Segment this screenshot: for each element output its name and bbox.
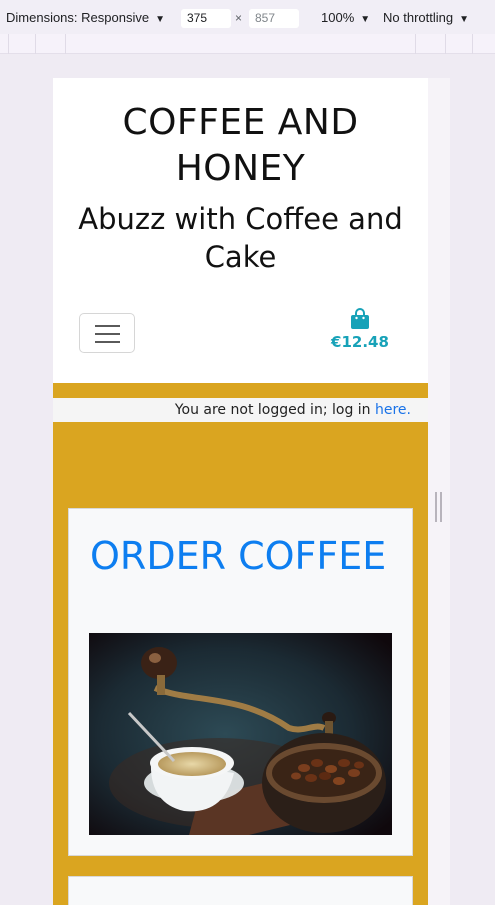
chevron-down-icon: ▼ (459, 14, 469, 25)
coffee-grinder-image[interactable] (89, 633, 392, 835)
ruler-tick (35, 34, 36, 54)
height-input[interactable]: 857 (249, 9, 299, 28)
shopping-bag-icon (351, 308, 369, 329)
hamburger-icon-bar (95, 341, 120, 343)
ruler-tick (415, 34, 416, 54)
coffee-grinder-illustration (89, 633, 392, 835)
ruler-tick (445, 34, 446, 54)
login-link[interactable]: here. (375, 402, 411, 418)
throttle-dropdown[interactable]: No throttling ▼ (383, 10, 469, 25)
chevron-down-icon: ▼ (155, 14, 165, 25)
ruler-tick (65, 34, 66, 54)
resize-grip-line (435, 492, 437, 522)
dimensions-dropdown[interactable]: Dimensions: Responsive ▼ (6, 10, 165, 25)
shopping-bag-link[interactable]: €12.48 (323, 308, 397, 351)
login-status-bar: You are not logged in; log in here. (53, 398, 428, 422)
login-status-text: You are not logged in; log in (174, 402, 375, 418)
width-input[interactable]: 375 (181, 9, 231, 28)
site-header: COFFEE AND HONEY Abuzz with Coffee and C… (53, 78, 428, 383)
resize-grip-line (440, 492, 442, 522)
throttle-label: No throttling (383, 10, 454, 25)
zoom-dropdown[interactable]: 100% ▼ (321, 10, 370, 25)
zoom-label: 100% (321, 10, 355, 25)
card-title[interactable]: ORDER COFFEE (90, 533, 386, 580)
site-tagline: Abuzz with Coffee and Cake (78, 202, 403, 274)
ruler-tick (472, 34, 473, 54)
next-card[interactable] (68, 876, 413, 905)
chevron-down-icon: ▼ (360, 14, 371, 25)
main-content: ORDER COFFEE (53, 422, 428, 905)
media-query-ruler[interactable] (0, 34, 495, 54)
site-title[interactable]: COFFEE AND HONEY (53, 100, 428, 192)
nav-toggle-button[interactable] (79, 313, 135, 353)
hamburger-icon-bar (95, 333, 120, 335)
order-coffee-card[interactable]: ORDER COFFEE (68, 508, 413, 856)
times-symbol: × (235, 11, 243, 25)
dimensions-label: Dimensions: Responsive (6, 10, 150, 25)
hamburger-icon (95, 325, 120, 327)
devtools-toolbar: Dimensions: Responsive ▼ 375 × 857 100% ▼ … (0, 0, 495, 34)
viewport-resize-handle[interactable] (435, 492, 442, 522)
bag-total: €12.48 (331, 333, 389, 351)
ruler-tick (8, 34, 9, 54)
emulated-page: COFFEE AND HONEY Abuzz with Coffee and C… (53, 78, 428, 905)
header-divider-band (53, 383, 428, 398)
